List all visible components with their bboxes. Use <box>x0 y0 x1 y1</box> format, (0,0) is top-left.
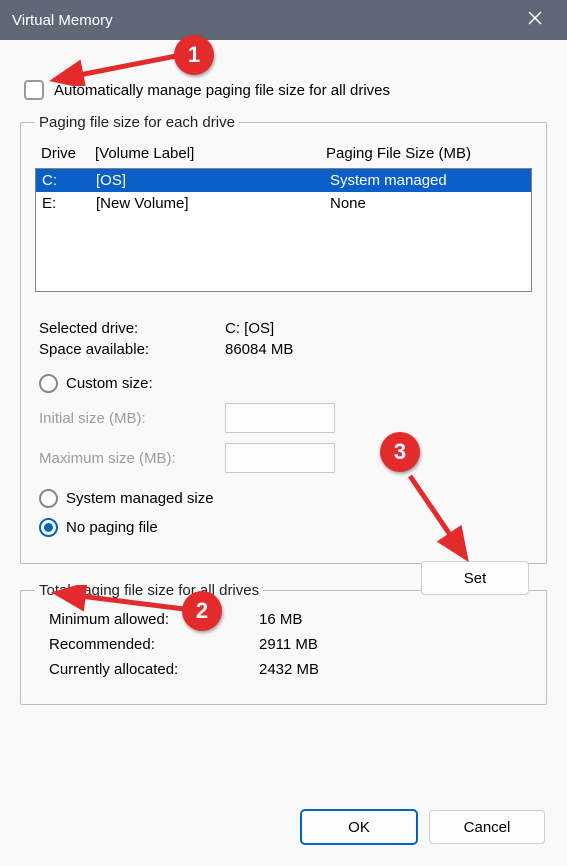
custom-size-radio-row[interactable]: Custom size: <box>39 374 532 393</box>
selected-drive-info: Selected drive: C: [OS] Space available:… <box>39 320 528 358</box>
row-size: System managed <box>330 172 525 189</box>
auto-manage-checkbox[interactable] <box>24 80 44 100</box>
system-managed-radio[interactable] <box>39 489 58 508</box>
dialog-content: Automatically manage paging file size fo… <box>0 40 567 743</box>
header-drive: Drive <box>41 145 95 162</box>
initial-size-input[interactable] <box>225 403 335 433</box>
system-managed-label: System managed size <box>66 490 214 507</box>
annotation-callout-2: 2 <box>182 591 222 631</box>
cancel-button[interactable]: Cancel <box>429 810 545 844</box>
table-row[interactable]: C: [OS] System managed <box>36 169 531 192</box>
initial-size-label: Initial size (MB): <box>39 410 225 427</box>
annotation-arrow-2 <box>50 585 190 625</box>
recommended-label: Recommended: <box>49 636 259 653</box>
row-drive: E: <box>42 195 96 212</box>
annotation-callout-1: 1 <box>174 35 214 75</box>
row-drive: C: <box>42 172 96 189</box>
ok-button[interactable]: OK <box>301 810 417 844</box>
size-inputs: Initial size (MB): Maximum size (MB): <box>39 403 532 473</box>
annotation-callout-3: 3 <box>380 432 420 472</box>
custom-size-radio[interactable] <box>39 374 58 393</box>
annotation-arrow-3 <box>404 472 484 568</box>
window-title: Virtual Memory <box>12 12 515 29</box>
annotation-arrow-1 <box>48 50 182 86</box>
table-row[interactable]: E: [New Volume] None <box>36 192 531 215</box>
row-volume: [OS] <box>96 172 330 189</box>
currently-allocated-value: 2432 MB <box>259 661 319 678</box>
selected-drive-value: C: [OS] <box>225 320 274 337</box>
maximum-size-label: Maximum size (MB): <box>39 450 225 467</box>
currently-allocated-label: Currently allocated: <box>49 661 259 678</box>
header-volume: [Volume Label] <box>95 145 326 162</box>
space-available-value: 86084 MB <box>225 341 293 358</box>
groupbox-drives-legend: Paging file size for each drive <box>35 114 239 131</box>
drive-table-header: Drive [Volume Label] Paging File Size (M… <box>35 141 532 168</box>
close-icon[interactable] <box>515 11 555 30</box>
titlebar: Virtual Memory <box>0 0 567 40</box>
space-available-label: Space available: <box>39 341 225 358</box>
row-volume: [New Volume] <box>96 195 330 212</box>
no-paging-label: No paging file <box>66 519 158 536</box>
no-paging-radio[interactable] <box>39 518 58 537</box>
maximum-size-input[interactable] <box>225 443 335 473</box>
dialog-footer: OK Cancel <box>301 810 545 844</box>
minimum-allowed-value: 16 MB <box>259 611 302 628</box>
header-size: Paging File Size (MB) <box>326 145 526 162</box>
recommended-value: 2911 MB <box>259 636 318 653</box>
custom-size-label: Custom size: <box>66 375 153 392</box>
selected-drive-label: Selected drive: <box>39 320 225 337</box>
drive-list[interactable]: C: [OS] System managed E: [New Volume] N… <box>35 168 532 292</box>
row-size: None <box>330 195 525 212</box>
